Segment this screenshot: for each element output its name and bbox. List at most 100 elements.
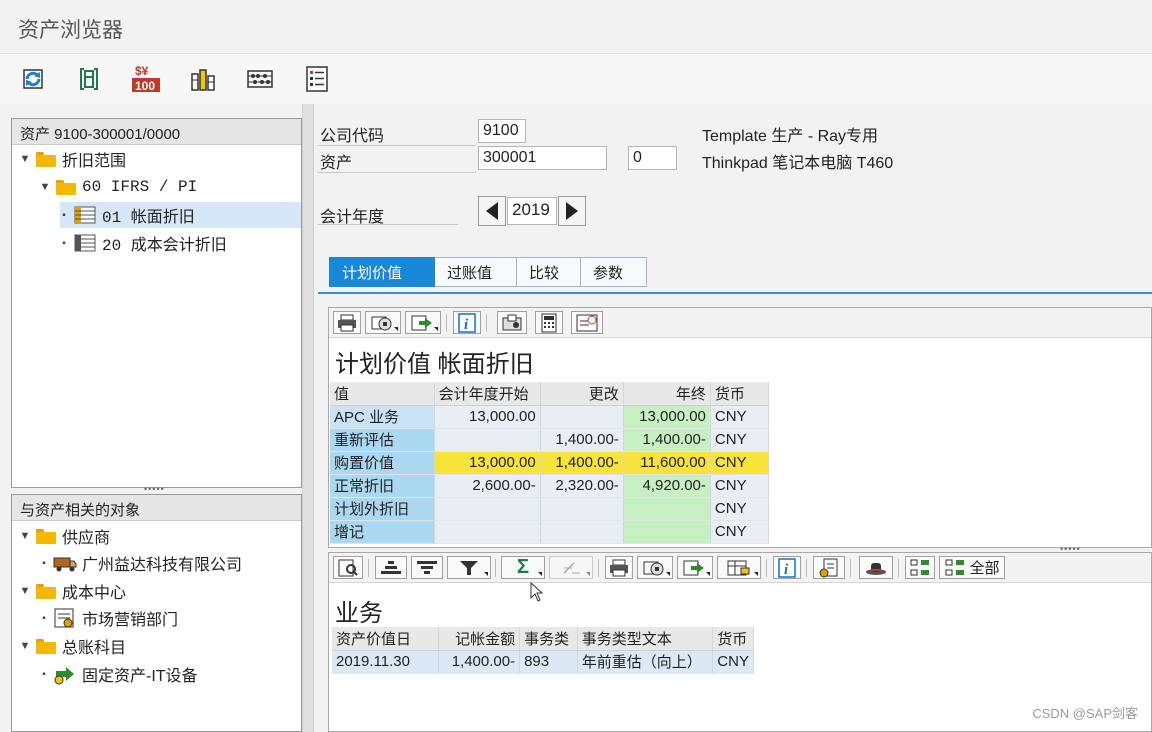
- sort-descending-button[interactable]: [411, 556, 443, 579]
- printer-icon: [338, 314, 356, 331]
- tree-expand-button[interactable]: [905, 556, 935, 579]
- export-button[interactable]: [405, 311, 441, 334]
- asset-tree-header: 资产 9100-300001/0000: [12, 119, 301, 145]
- company-code-text: Template 生产 - Ray专用: [702, 128, 879, 145]
- subtotal-button[interactable]: [549, 556, 593, 579]
- tree-item-vendor-name[interactable]: ▪ 广州益达科技有限公司: [40, 550, 242, 576]
- sort-ascending-button[interactable]: [375, 556, 407, 579]
- table-row[interactable]: 增记 CNY: [330, 520, 770, 544]
- print-button[interactable]: [605, 556, 633, 579]
- mouse-cursor-icon: [530, 582, 544, 602]
- collapse-icon[interactable]: ▼: [18, 640, 32, 652]
- tree-item-label: 总账科目: [62, 640, 127, 657]
- cell-year-end: 4,920.00-: [623, 474, 711, 498]
- tree-item-book-depreciation[interactable]: ▪ 01 帐面折旧: [60, 202, 301, 228]
- fiscal-year-field[interactable]: 2019: [507, 197, 557, 225]
- currency-icon: $¥ 100: [132, 64, 160, 93]
- cost-center-icon: [54, 608, 74, 628]
- collapse-icon[interactable]: ▼: [18, 585, 32, 597]
- save-button[interactable]: [72, 62, 106, 96]
- collapse-icon[interactable]: ▼: [18, 530, 32, 542]
- layout-button[interactable]: [717, 556, 761, 579]
- info-button[interactable]: i: [453, 311, 481, 334]
- column-header[interactable]: 记帐金额: [438, 627, 521, 651]
- column-header[interactable]: 货币: [710, 382, 770, 406]
- tree-item-label: 供应商: [62, 530, 111, 547]
- print-button[interactable]: [333, 311, 361, 334]
- list-button[interactable]: [300, 62, 334, 96]
- views-button[interactable]: [365, 311, 401, 334]
- details-button[interactable]: [333, 556, 363, 579]
- chart-button[interactable]: [186, 62, 220, 96]
- gl-account-icon: [54, 667, 74, 685]
- export-button[interactable]: [677, 556, 713, 579]
- refresh-icon: [23, 69, 43, 89]
- table-row[interactable]: 购置价值 13,000.00 1,400.00- 11,600.00 CNY: [330, 451, 770, 475]
- table-row[interactable]: 重新评估 1,400.00- 1,400.00- CNY: [330, 428, 770, 452]
- tree-item-gl-account-name[interactable]: ▪ 固定资产-IT设备: [40, 661, 198, 687]
- table-row[interactable]: 2019.11.30 1,400.00- 893 年前重估（向上） CNY: [332, 650, 754, 674]
- column-header[interactable]: 资产价值日: [332, 627, 439, 651]
- tab-comparison[interactable]: 比较: [517, 257, 581, 287]
- tree-item-vendor[interactable]: ▼ 供应商: [18, 523, 110, 549]
- tree-item-gl-account[interactable]: ▼ 总账科目: [18, 633, 126, 659]
- folder-icon: [36, 583, 56, 599]
- pane-resize-grip[interactable]: •••••: [144, 484, 165, 494]
- column-header[interactable]: 事务类: [519, 627, 578, 651]
- row-label: 增记: [330, 520, 435, 544]
- company-code-label: 公司代码: [320, 128, 385, 145]
- column-header[interactable]: 值: [330, 382, 435, 406]
- currency-button[interactable]: $¥ 100: [129, 62, 163, 96]
- views-button[interactable]: [637, 556, 673, 579]
- collapse-icon[interactable]: ▼: [18, 153, 32, 165]
- sum-button[interactable]: Σ: [501, 556, 545, 579]
- schedule-icon: [576, 314, 598, 331]
- cell-year-end: 13,000.00: [623, 405, 711, 429]
- hat-button[interactable]: [859, 556, 893, 579]
- asset-subnumber-field[interactable]: 0: [628, 146, 677, 170]
- table-header-row: 资产价值日 记帐金额 事务类 事务类型文本 货币: [332, 627, 754, 651]
- row-label: 计划外折旧: [330, 497, 435, 521]
- column-header[interactable]: 货币: [712, 627, 754, 651]
- tab-planned-values[interactable]: 计划价值: [329, 257, 435, 287]
- tree-item-label: 01 帐面折旧: [102, 209, 195, 227]
- company-code-field[interactable]: 9100: [478, 119, 526, 143]
- abacus-button[interactable]: [243, 62, 277, 96]
- calculator-button[interactable]: [535, 311, 563, 334]
- schedule-button[interactable]: [571, 311, 603, 334]
- tree-item-depreciation-areas[interactable]: ▼ 折旧范围: [18, 146, 126, 172]
- row-label: APC 业务: [330, 405, 435, 429]
- cell-currency: CNY: [710, 451, 770, 475]
- table-row[interactable]: APC 业务 13,000.00 13,000.00 CNY: [330, 405, 770, 429]
- tree-item-cost-center-name[interactable]: ▪ 市场营销部门: [40, 605, 178, 631]
- svg-text:$¥: $¥: [135, 64, 149, 78]
- tree-item-ifrs[interactable]: ▼ 60 IFRS / PI: [38, 174, 198, 200]
- show-all-button[interactable]: 全部: [939, 556, 1005, 579]
- related-objects-pane: 与资产相关的对象 ▼ 供应商 ▪ 广州益达科技有限公司 ▼ 成本中心 ▪ 市场营…: [11, 494, 302, 732]
- table-row[interactable]: 正常折旧 2,600.00- 2,320.00- 4,920.00- CNY: [330, 474, 770, 498]
- collapse-icon[interactable]: ▼: [38, 181, 52, 193]
- refresh-button[interactable]: [16, 62, 50, 96]
- column-header[interactable]: 年终: [623, 382, 711, 406]
- prev-year-button[interactable]: [478, 196, 506, 226]
- document-button[interactable]: [813, 556, 845, 579]
- next-year-button[interactable]: [558, 196, 586, 226]
- vertical-splitter[interactable]: [302, 104, 314, 732]
- column-header[interactable]: 事务类型文本: [577, 627, 714, 651]
- tree-item-label: 折旧范围: [62, 153, 127, 170]
- filter-button[interactable]: [447, 556, 491, 579]
- tab-posted-values[interactable]: 过账值: [435, 257, 517, 287]
- cell-value-date: 2019.11.30: [332, 650, 439, 674]
- column-header[interactable]: 会计年度开始: [434, 382, 541, 406]
- calculator-icon: [541, 313, 557, 332]
- document-icon: [819, 558, 838, 577]
- graphic-button[interactable]: [497, 311, 527, 334]
- tree-item-cost-depreciation[interactable]: ▪ 20 成本会计折旧: [60, 230, 227, 256]
- info-button[interactable]: i: [773, 556, 801, 579]
- cell-currency: CNY: [710, 520, 770, 544]
- tree-item-cost-center[interactable]: ▼ 成本中心: [18, 578, 126, 604]
- tab-parameters[interactable]: 参数: [581, 257, 647, 287]
- column-header[interactable]: 更改: [540, 382, 624, 406]
- table-row[interactable]: 计划外折旧 CNY: [330, 497, 770, 521]
- asset-number-field[interactable]: 300001: [478, 146, 607, 170]
